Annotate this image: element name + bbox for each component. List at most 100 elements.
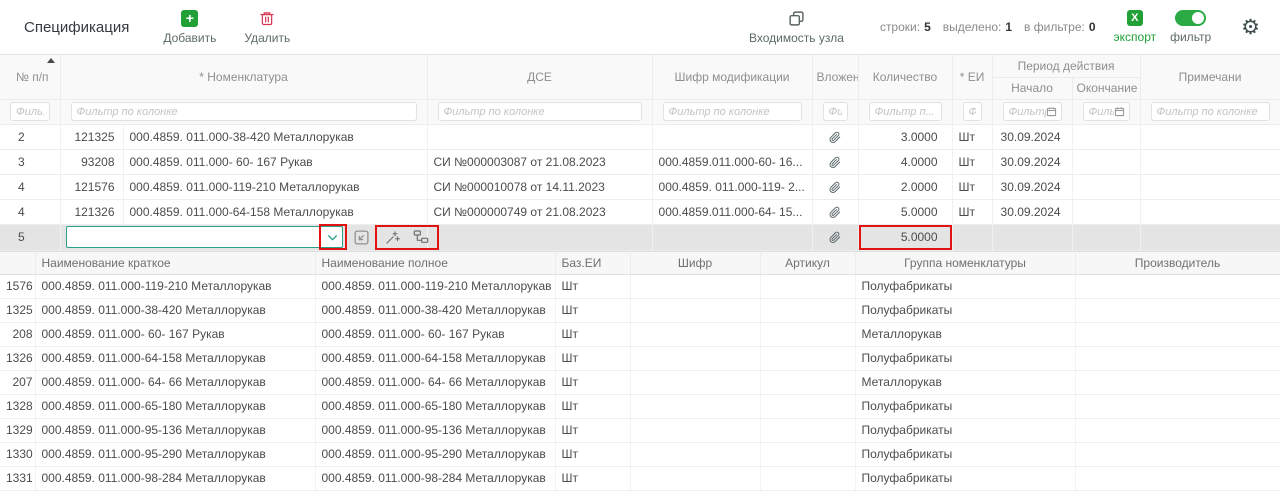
lookup-full-name-cell: 000.4859. 011.000-98-284 Металлорукав — [315, 466, 555, 490]
quantity-cell: 4.0000 — [858, 149, 952, 174]
filter-num-input[interactable] — [10, 102, 50, 121]
filter-toggle-label: фильтр — [1170, 30, 1211, 44]
col-header-period-start[interactable]: Начало — [992, 77, 1072, 99]
spec-table-row[interactable]: 4121326000.4859. 011.000-64-158 Металлор… — [0, 199, 1280, 224]
lookup-cipher-cell — [630, 370, 760, 394]
calendar-icon[interactable] — [1114, 106, 1125, 117]
lookup-row[interactable]: 208000.4859. 011.000- 60- 167 Рукав000.4… — [0, 322, 1280, 346]
lookup-row[interactable]: 1325000.4859. 011.000-38-420 Металлорука… — [0, 298, 1280, 322]
col-header-short-name[interactable]: Наименование краткое — [35, 251, 315, 274]
paperclip-icon[interactable] — [829, 181, 841, 194]
lookup-cipher-cell — [630, 274, 760, 298]
nomenclature-combobox[interactable] — [66, 226, 343, 248]
col-header-note[interactable]: Примечани — [1140, 55, 1280, 99]
lookup-row[interactable]: 1330000.4859. 011.000-95-290 Металлорука… — [0, 442, 1280, 466]
open-catalog-button[interactable] — [353, 229, 370, 246]
unit-cell — [952, 224, 992, 250]
col-header-cipher[interactable]: Шифр — [630, 251, 760, 274]
filter-period-end-input[interactable] — [1089, 103, 1114, 120]
spec-table-row[interactable]: 2121325000.4859. 011.000-38-420 Металлор… — [0, 124, 1280, 149]
chevron-down-icon[interactable] — [326, 231, 339, 244]
filter-nomenclature-input[interactable] — [71, 102, 417, 121]
filter-period-start-input[interactable] — [1009, 103, 1046, 120]
lookup-row[interactable]: 1331000.4859. 011.000-98-284 Металлорука… — [0, 466, 1280, 490]
nomenclature-input[interactable] — [67, 227, 342, 247]
quantity-cell: 5.0000 — [858, 199, 952, 224]
lookup-row[interactable]: 1328000.4859. 011.000-65-180 Металлорука… — [0, 394, 1280, 418]
col-header-full-name[interactable]: Наименование полное — [315, 251, 555, 274]
filter-unit-input[interactable] — [963, 102, 982, 121]
col-header-manufacturer[interactable]: Производитель — [1075, 251, 1280, 274]
col-header-nomenclature[interactable]: * Номенклатура — [60, 55, 427, 99]
lookup-group-cell: Металлорукав — [855, 322, 1075, 346]
magic-wand-icon[interactable] — [385, 230, 400, 245]
attachments-cell — [812, 174, 858, 199]
filter-dse-input[interactable] — [438, 102, 642, 121]
lookup-cipher-cell — [630, 346, 760, 370]
dse-cell: СИ №000003087 от 21.08.2023 — [427, 149, 652, 174]
paperclip-icon[interactable] — [829, 206, 841, 219]
paperclip-icon[interactable] — [829, 131, 841, 144]
lookup-short-name-cell: 000.4859. 011.000-98-284 Металлорукав — [35, 466, 315, 490]
node-usage-label: Входимость узла — [749, 31, 844, 45]
col-header-quantity[interactable]: Количество — [858, 55, 952, 99]
lookup-row[interactable]: 1576000.4859. 011.000-119-210 Металлорук… — [0, 274, 1280, 298]
add-button[interactable]: + Добавить — [163, 10, 216, 45]
lookup-code-cell: 208 — [0, 322, 35, 346]
editing-row[interactable]: 5 — [0, 224, 1280, 250]
lookup-row[interactable]: 207000.4859. 011.000- 64- 66 Металлорука… — [0, 370, 1280, 394]
spec-table-row[interactable]: 393208000.4859. 011.000- 60- 167 РукавСИ… — [0, 149, 1280, 174]
table-stats: строки: 5 выделено: 1 в фильтре: 0 — [868, 20, 1096, 34]
tree-select-icon[interactable] — [413, 229, 429, 245]
filter-mod-code-input[interactable] — [663, 102, 802, 121]
lookup-group-cell: Полуфабрикаты — [855, 298, 1075, 322]
col-header-base-unit[interactable]: Баз.ЕИ — [555, 251, 630, 274]
dse-cell — [427, 124, 652, 149]
node-usage-button[interactable]: Входимость узла — [749, 10, 844, 45]
col-header-code[interactable] — [0, 251, 35, 274]
calendar-icon[interactable] — [1046, 106, 1057, 117]
period-start-cell: 30.09.2024 — [992, 124, 1072, 149]
col-header-article[interactable]: Артикул — [760, 251, 855, 274]
col-header-attachments[interactable]: Вложени — [812, 55, 858, 99]
filter-note-input[interactable] — [1151, 102, 1270, 121]
note-cell — [1140, 224, 1280, 250]
col-header-num[interactable]: № п/п — [0, 55, 60, 99]
paperclip-icon[interactable] — [829, 231, 841, 244]
col-header-period-group: Период действия — [992, 55, 1140, 77]
spec-table-row[interactable]: 4121576000.4859. 011.000-119-210 Металло… — [0, 174, 1280, 199]
filter-quantity-input[interactable] — [869, 102, 942, 121]
filter-attachments-input[interactable] — [823, 102, 848, 121]
col-header-dse[interactable]: ДСЕ — [427, 55, 652, 99]
nomenclature-code-cell: 121325 — [60, 124, 123, 149]
note-cell — [1140, 199, 1280, 224]
lookup-base-unit-cell: Шт — [555, 466, 630, 490]
nomenclature-code-cell: 93208 — [60, 149, 123, 174]
settings-gear-icon[interactable]: ⚙ — [1241, 17, 1260, 38]
period-start-cell: 30.09.2024 — [992, 174, 1072, 199]
nomenclature-name-cell: 000.4859. 011.000- 60- 167 Рукав — [123, 149, 427, 174]
lookup-row[interactable]: 1329000.4859. 011.000-95-136 Металлорука… — [0, 418, 1280, 442]
lookup-base-unit-cell: Шт — [555, 274, 630, 298]
col-header-group[interactable]: Группа номенклатуры — [855, 251, 1075, 274]
col-header-unit[interactable]: * ЕИ — [952, 55, 992, 99]
lookup-short-name-cell: 000.4859. 011.000- 60- 167 Рукав — [35, 322, 315, 346]
lookup-article-cell — [760, 394, 855, 418]
lookup-article-cell — [760, 418, 855, 442]
lookup-group-cell: Полуфабрикаты — [855, 466, 1075, 490]
export-button[interactable]: X экспорт — [1114, 10, 1157, 44]
paperclip-icon[interactable] — [829, 156, 841, 169]
col-header-period-end[interactable]: Окончание — [1072, 77, 1140, 99]
plus-icon: + — [181, 10, 198, 27]
lookup-code-cell: 1576 — [0, 274, 35, 298]
filter-toggle-group[interactable]: фильтр — [1170, 10, 1211, 44]
row-number-cell: 4 — [0, 199, 60, 224]
note-cell — [1140, 149, 1280, 174]
lookup-full-name-cell: 000.4859. 011.000-65-180 Металлорукав — [315, 394, 555, 418]
col-header-mod-code[interactable]: Шифр модификации — [652, 55, 812, 99]
attachments-cell — [812, 124, 858, 149]
filter-toggle[interactable] — [1175, 10, 1206, 26]
delete-button[interactable]: Удалить — [244, 10, 290, 45]
excel-icon: X — [1127, 10, 1143, 26]
lookup-row[interactable]: 1326000.4859. 011.000-64-158 Металлорука… — [0, 346, 1280, 370]
